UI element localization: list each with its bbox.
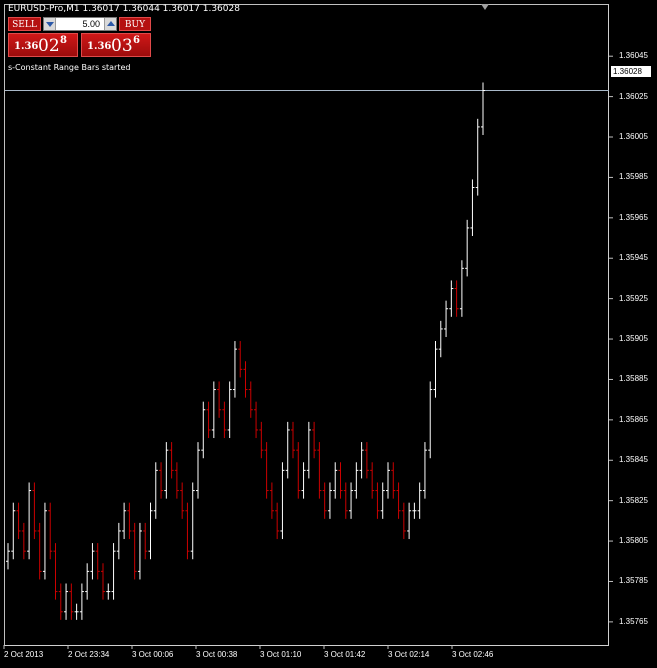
price-tick-label: 1.35985 bbox=[619, 172, 648, 182]
sell-price-pips: 02 bbox=[38, 36, 60, 56]
time-tick-label: 3 Oct 02:46 bbox=[452, 650, 494, 659]
time-tick-label: 3 Oct 01:42 bbox=[324, 650, 366, 659]
price-tick-label: 1.35825 bbox=[619, 495, 648, 505]
sell-button[interactable]: SELL bbox=[8, 17, 41, 31]
price-tick-label: 1.35965 bbox=[619, 212, 648, 222]
arrow-up-icon bbox=[107, 21, 115, 26]
indicator-status: s-Constant Range Bars started bbox=[8, 63, 131, 72]
lot-size-value[interactable]: 5.00 bbox=[58, 18, 102, 30]
price-tick-label: 1.35765 bbox=[619, 616, 648, 626]
price-tick-label: 1.36025 bbox=[619, 91, 648, 101]
price-tick-label: 1.35885 bbox=[619, 374, 648, 384]
buy-price-quote[interactable]: 1.36 03 6 bbox=[81, 33, 151, 57]
time-tick-label: 3 Oct 02:14 bbox=[388, 650, 430, 659]
sell-price-quote[interactable]: 1.36 02 8 bbox=[8, 33, 78, 57]
symbol-info-line: EURUSD-Pro,M1 1.36017 1.36044 1.36017 1.… bbox=[8, 4, 240, 14]
time-tick-label: 3 Oct 00:38 bbox=[196, 650, 238, 659]
buy-price-fraction: 6 bbox=[133, 35, 140, 46]
current-price-tag: 1.36028 bbox=[611, 66, 651, 77]
buy-price-prefix: 1.36 bbox=[87, 41, 112, 52]
time-tick-label: 3 Oct 00:06 bbox=[132, 650, 174, 659]
lot-decrease-button[interactable] bbox=[44, 18, 56, 30]
time-tick-label: 2 Oct 23:34 bbox=[68, 650, 110, 659]
buy-price-pips: 03 bbox=[111, 36, 133, 56]
price-tick-label: 1.35805 bbox=[619, 536, 648, 546]
buy-button[interactable]: BUY bbox=[119, 17, 151, 31]
price-tick-label: 1.35925 bbox=[619, 293, 648, 303]
arrow-down-icon bbox=[46, 22, 54, 27]
time-tick-label: 3 Oct 01:10 bbox=[260, 650, 302, 659]
price-tick-label: 1.35785 bbox=[619, 576, 648, 586]
price-tick-label: 1.35845 bbox=[619, 455, 648, 465]
lot-increase-button[interactable] bbox=[104, 18, 116, 30]
price-tick-label: 1.35905 bbox=[619, 334, 648, 344]
sell-price-prefix: 1.36 bbox=[14, 41, 39, 52]
chart-canvas bbox=[3, 55, 613, 649]
chart-window: EURUSD-Pro,M1 1.36017 1.36044 1.36017 1.… bbox=[0, 0, 657, 668]
price-tick-label: 1.35865 bbox=[619, 414, 648, 424]
price-tick-label: 1.36045 bbox=[619, 51, 648, 61]
price-tick-label: 1.36005 bbox=[619, 132, 648, 141]
sell-price-fraction: 8 bbox=[60, 35, 67, 46]
price-tick-label: 1.35945 bbox=[619, 253, 648, 263]
one-click-trading-panel: SELL 5.00 BUY 1.36 02 8 1.36 03 6 bbox=[8, 16, 151, 58]
time-tick-label: 2 Oct 2013 bbox=[4, 650, 44, 659]
chart-shift-marker-icon[interactable] bbox=[481, 4, 489, 10]
lot-size-field[interactable]: 5.00 bbox=[43, 17, 117, 31]
